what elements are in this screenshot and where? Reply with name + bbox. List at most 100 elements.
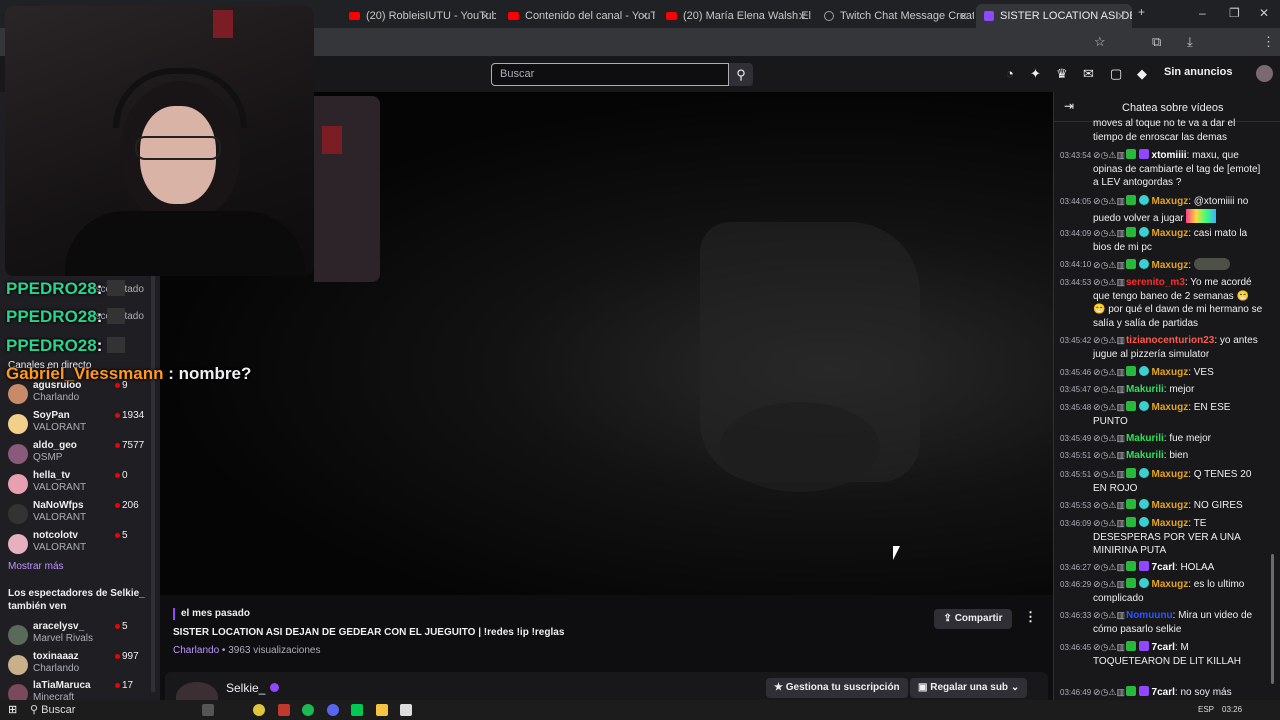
- download-icon[interactable]: ⤓: [1187, 34, 1193, 50]
- search-button[interactable]: ⚲: [729, 63, 753, 86]
- chat-username[interactable]: Maxugz: [1152, 518, 1189, 529]
- search-input[interactable]: Buscar: [491, 63, 729, 86]
- browser-tab-1[interactable]: (20) RobleisIUTU - YouTube ✕: [341, 4, 496, 28]
- taskbar-search[interactable]: ⚲ Buscar: [30, 703, 75, 716]
- streamer-name[interactable]: Selkie_: [226, 681, 265, 695]
- mod-icons[interactable]: ⊘◷⚠▥: [1093, 383, 1125, 397]
- sidebar-channel[interactable]: notcolotv VALORANT 5: [0, 530, 150, 560]
- mod-icons[interactable]: ⊘◷⚠▥: [1093, 276, 1125, 290]
- manage-subscription-button[interactable]: ★ Gestiona tu suscripción: [766, 678, 908, 698]
- sidebar-channel[interactable]: agusruloo Charlando 9: [0, 380, 150, 410]
- chat-username[interactable]: 7carl: [1152, 642, 1175, 653]
- folder-icon[interactable]: [376, 704, 388, 716]
- mod-icons[interactable]: ⊘◷⚠▥: [1093, 517, 1125, 531]
- close-icon[interactable]: ✕: [481, 10, 490, 23]
- chat-username[interactable]: Maxugz: [1152, 469, 1189, 480]
- chat-username[interactable]: xtomiiii: [1152, 150, 1187, 161]
- chat-username[interactable]: Makurili: [1126, 433, 1164, 444]
- chat-username[interactable]: Makurili: [1126, 384, 1164, 395]
- task-view-icon[interactable]: [202, 704, 214, 716]
- chat-scrollbar[interactable]: [1271, 554, 1274, 684]
- browser-tab-4[interactable]: Twitch Chat Message Creator ✕: [816, 4, 974, 28]
- mod-icons[interactable]: ⊘◷⚠▥: [1093, 195, 1125, 209]
- chat-username[interactable]: 7carl: [1152, 687, 1175, 698]
- chat-message: 03:44:53 ⊘◷⚠▥serenito_m3: Yo me acordé qu…: [1060, 276, 1263, 329]
- sidebar-channel[interactable]: aracelysv_ Marvel Rivals 5: [0, 621, 150, 651]
- share-button[interactable]: ⇪ Compartir: [934, 609, 1012, 629]
- browser-tab-5[interactable]: SISTER LOCATION ASI DEJAN✕: [976, 4, 1132, 28]
- new-tab-icon[interactable]: +: [1138, 5, 1145, 19]
- inbox-icon[interactable]: ✉: [1083, 66, 1094, 82]
- mod-icons[interactable]: ⊘◷⚠▥: [1093, 686, 1125, 700]
- mod-icons[interactable]: ⊘◷⚠▥: [1093, 468, 1125, 482]
- mod-icons[interactable]: ⊘◷⚠▥: [1093, 227, 1125, 241]
- mod-icons[interactable]: ⊘◷⚠▥: [1093, 432, 1125, 446]
- browser-tab-3[interactable]: (20) María Elena Walsh El Reino✕: [658, 4, 813, 28]
- prime-icon[interactable]: ✦: [1030, 66, 1041, 82]
- collapse-chat-icon[interactable]: ⇥: [1064, 99, 1074, 113]
- mod-icons[interactable]: ⊘◷⚠▥: [1093, 499, 1125, 513]
- show-more-link[interactable]: Mostrar más: [8, 561, 64, 572]
- mod-icons[interactable]: ⊘◷⚠▥: [1093, 561, 1125, 575]
- window-close-icon[interactable]: ✕: [1259, 6, 1269, 20]
- menu-dots-icon[interactable]: ⋮: [1262, 34, 1275, 50]
- chat-username[interactable]: Maxugz: [1152, 367, 1189, 378]
- sidebar-channel[interactable]: hella_tv VALORANT 0: [0, 470, 150, 500]
- chat-username[interactable]: serenito_m3: [1126, 277, 1185, 288]
- bookmark-star-icon[interactable]: ☆: [1094, 34, 1106, 50]
- chat-username[interactable]: Maxugz: [1152, 196, 1189, 207]
- mod-icons[interactable]: ⊘◷⚠▥: [1093, 449, 1125, 463]
- chat-username[interactable]: Maxugz: [1152, 402, 1189, 413]
- mod-icons[interactable]: ⊘◷⚠▥: [1093, 401, 1125, 415]
- chat-username[interactable]: Maxugz: [1152, 579, 1189, 590]
- avatar: [8, 684, 28, 700]
- mod-icons[interactable]: ⊘◷⚠▥: [1093, 149, 1125, 163]
- chrome-icon[interactable]: [253, 704, 265, 716]
- close-icon[interactable]: ✕: [798, 10, 807, 23]
- user-avatar[interactable]: [1256, 65, 1273, 82]
- close-icon[interactable]: ✕: [1117, 10, 1126, 23]
- capcut-icon[interactable]: [400, 704, 412, 716]
- mod-icons[interactable]: ⊘◷⚠▥: [1093, 334, 1125, 348]
- browser-tab-2[interactable]: Contenido del canal - YouTube✕: [500, 4, 655, 28]
- chat-username[interactable]: Makurili: [1126, 450, 1164, 461]
- minimize-icon[interactable]: –: [1199, 6, 1206, 20]
- bits-icon[interactable]: ◆: [1137, 66, 1147, 82]
- chat-username[interactable]: Nomuunu: [1126, 610, 1173, 621]
- chat-username[interactable]: Maxugz: [1152, 228, 1189, 239]
- emote: [1193, 258, 1230, 270]
- mod-icons[interactable]: ⊘◷⚠▥: [1093, 609, 1125, 623]
- mod-icons[interactable]: ⊘◷⚠▥: [1093, 578, 1125, 592]
- chat-username[interactable]: Maxugz: [1152, 260, 1189, 271]
- more-options-icon[interactable]: ⋮: [1024, 609, 1037, 625]
- ad-free-button[interactable]: Sin anuncios: [1164, 66, 1232, 78]
- app-icon[interactable]: [278, 704, 290, 716]
- mod-icons[interactable]: ⊘◷⚠▥: [1093, 366, 1125, 380]
- chat-username[interactable]: Maxugz: [1152, 500, 1189, 511]
- category-link[interactable]: Charlando: [173, 645, 219, 656]
- sidebar-channel[interactable]: laTiaMaruca Minecraft 17: [0, 680, 150, 700]
- spotify-icon[interactable]: [302, 704, 314, 716]
- chat-username[interactable]: 7carl: [1152, 562, 1175, 573]
- close-icon[interactable]: ✕: [640, 10, 649, 23]
- whispers-icon[interactable]: ▢: [1110, 66, 1122, 82]
- extension-icon[interactable]: ⧉: [1152, 34, 1161, 50]
- mod-icons[interactable]: ⊘◷⚠▥: [1093, 641, 1125, 655]
- mod-icons[interactable]: ⊘◷⚠▥: [1093, 259, 1125, 273]
- app-icon[interactable]: [351, 704, 363, 716]
- badge-icon: [1125, 227, 1136, 237]
- clock[interactable]: 03:26: [1222, 705, 1242, 714]
- activity-icon[interactable]: ◔: [1006, 66, 1014, 81]
- gift-sub-button[interactable]: ▣ Regalar una sub ⌄: [910, 678, 1028, 698]
- discord-icon[interactable]: [327, 704, 339, 716]
- maximize-icon[interactable]: ❐: [1229, 6, 1240, 20]
- start-icon[interactable]: ⊞: [8, 703, 17, 716]
- sidebar-channel[interactable]: toxinaaaz Charlando 997: [0, 651, 150, 681]
- language-indicator[interactable]: ESP: [1198, 705, 1214, 714]
- sidebar-channel[interactable]: NaNoWfps VALORANT 206: [0, 500, 150, 530]
- close-icon[interactable]: ✕: [959, 10, 968, 23]
- chat-username[interactable]: tizianocenturion23: [1126, 335, 1214, 346]
- sidebar-channel[interactable]: SoyPan VALORANT 1934: [0, 410, 150, 440]
- sidebar-channel[interactable]: aldo_geo QSMP 7577: [0, 440, 150, 470]
- crown-icon[interactable]: ♛: [1056, 66, 1068, 82]
